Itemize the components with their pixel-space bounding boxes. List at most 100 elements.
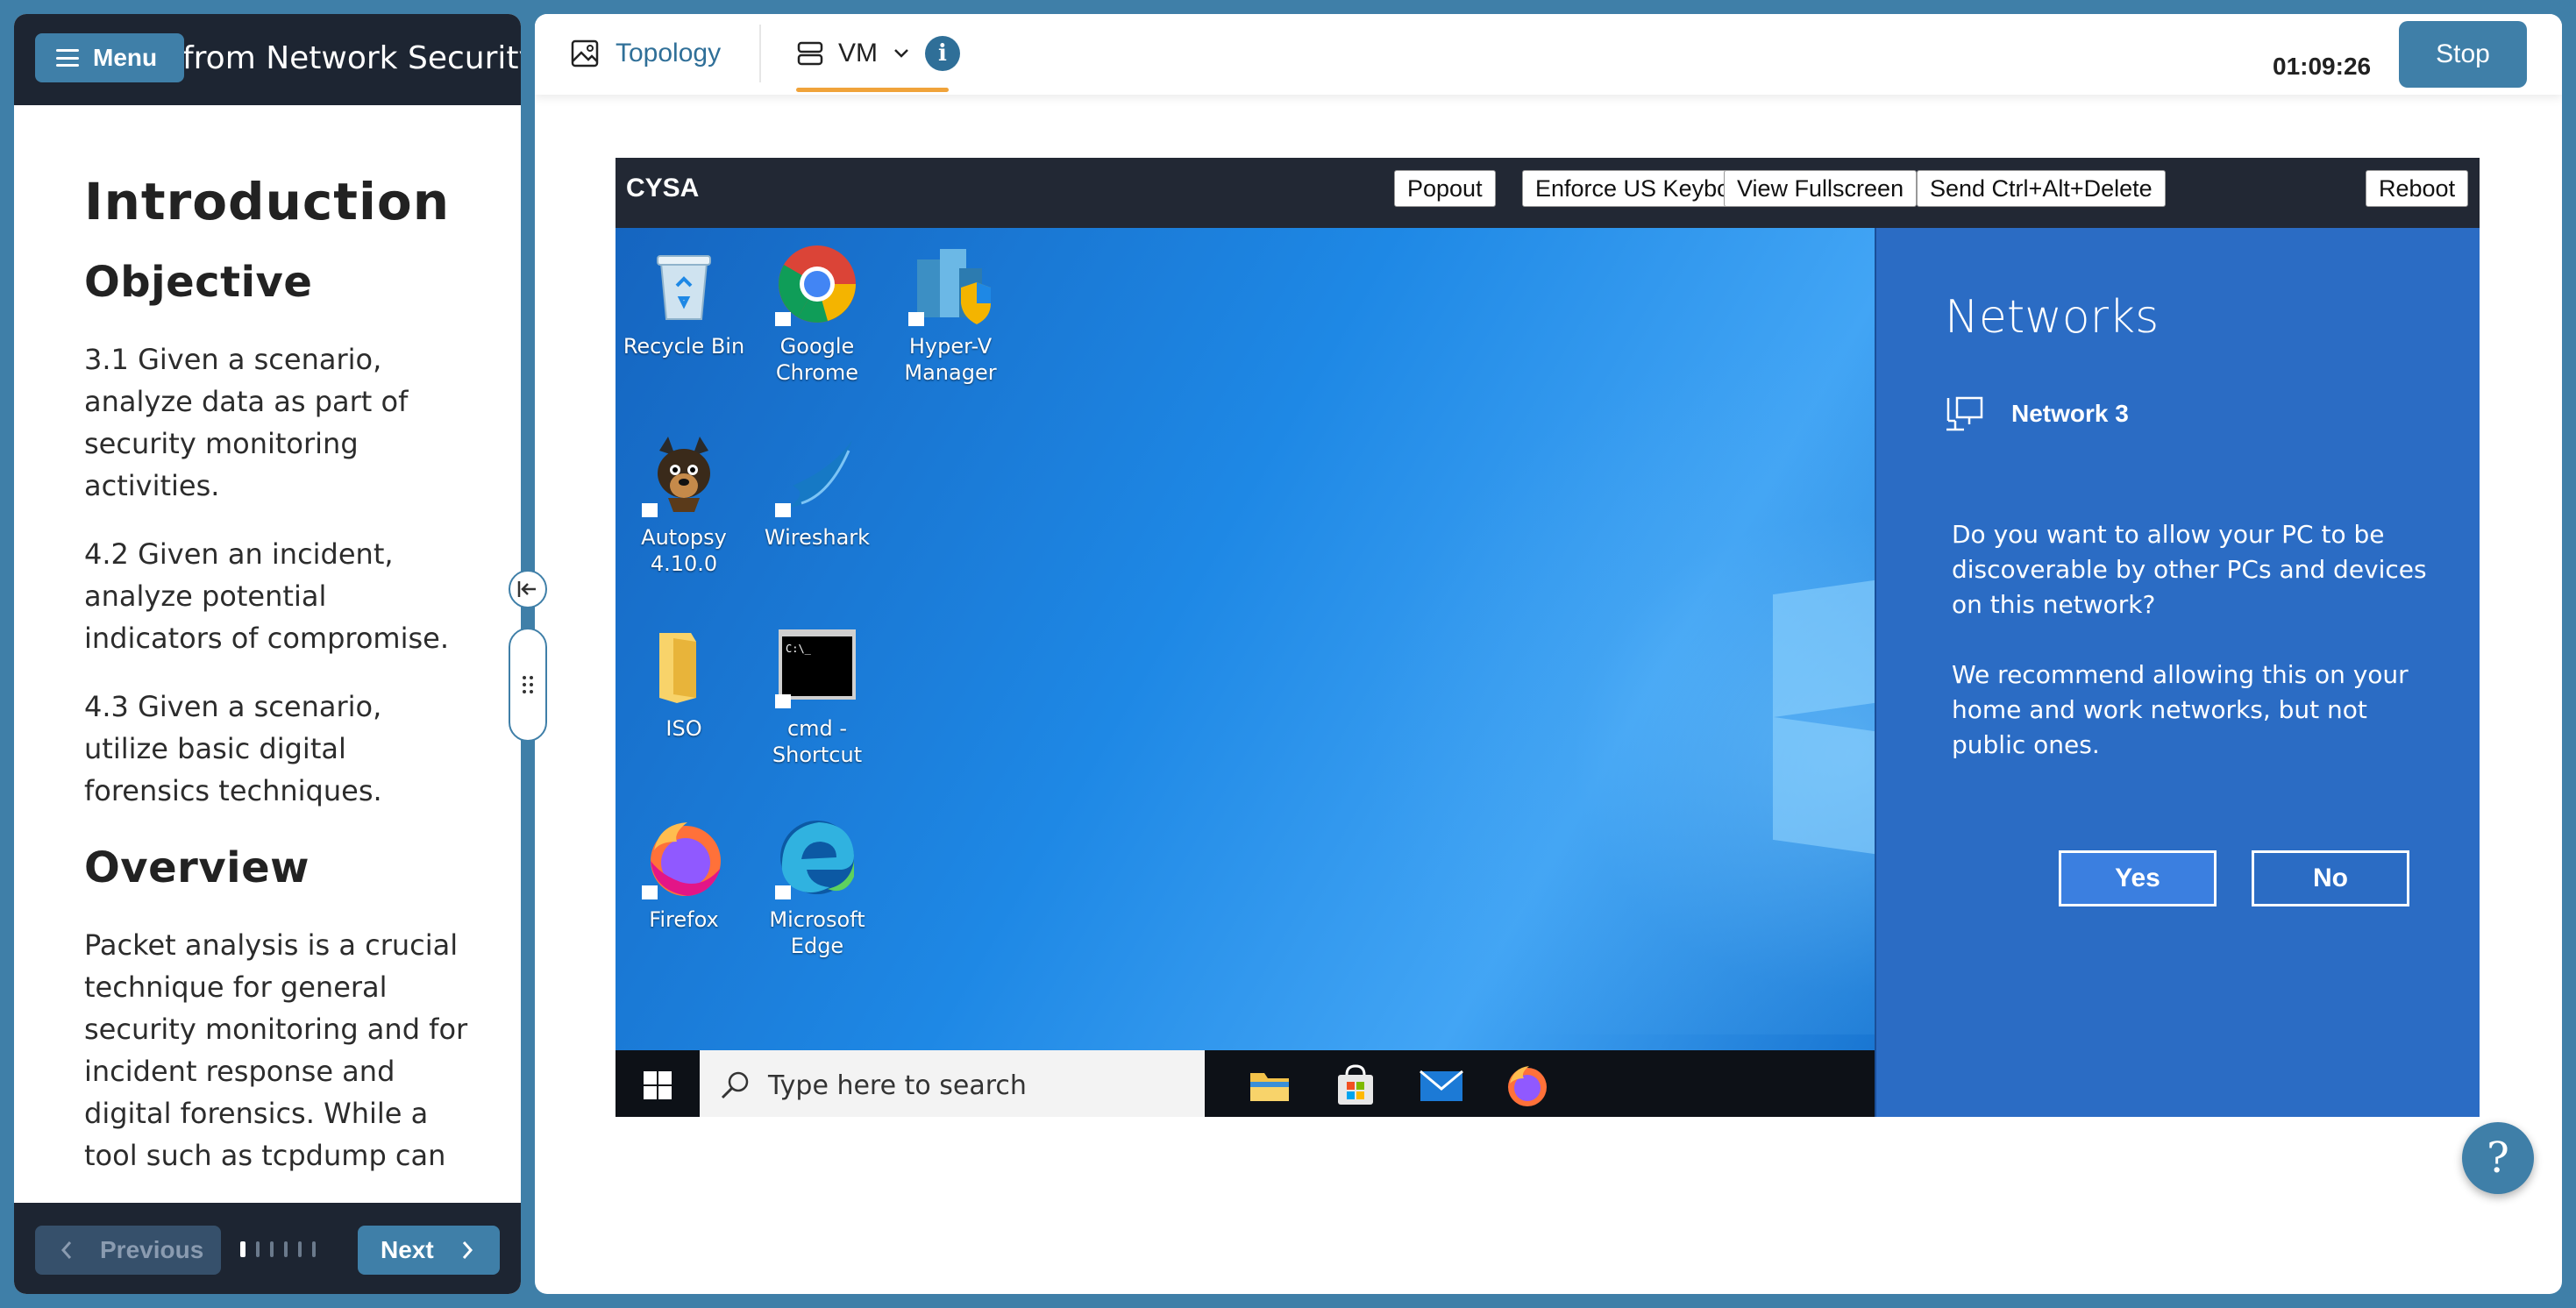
active-tab-indicator (796, 88, 949, 92)
chevron-left-icon (60, 1241, 72, 1259)
tab-vm-label: VM (838, 39, 878, 68)
desktop-icon-label: Autopsy 4.10.0 (641, 525, 727, 576)
tab-topology-label: Topology (616, 39, 722, 68)
workspace-toolbar: Topology VM i 01:09:26 Stop (535, 14, 2562, 95)
autopsy-icon (642, 437, 710, 517)
file-explorer-icon[interactable] (1247, 1063, 1292, 1108)
microsoft-store-icon[interactable] (1333, 1063, 1378, 1108)
desktop-icon-label: Firefox (649, 907, 719, 932)
desktop-icon-recycle-bin[interactable]: Recycle Bin (623, 242, 745, 359)
lab-instructions-panel: from Network Security Menu Introduction … (14, 14, 521, 1294)
objective-item: 4.2 Given an incident, analyze potential… (84, 537, 449, 655)
progress-step[interactable] (312, 1241, 316, 1257)
networks-flyout: Networks Network 3 Do you want to allow … (1875, 228, 2480, 1117)
desktop-icon-label: ISO (665, 716, 702, 741)
vm-console[interactable]: CYSA Popout Enforce US Keyboard Layout V… (616, 158, 2480, 1117)
lab-title: from Network Security (182, 40, 521, 76)
taskbar-search-input[interactable]: Type here to search (700, 1050, 1205, 1117)
stop-button[interactable]: Stop (2399, 21, 2527, 88)
next-button[interactable]: Next (358, 1226, 500, 1275)
progress-step[interactable] (240, 1241, 246, 1257)
hamburger-icon (56, 49, 79, 67)
desktop-icon-label: Google Chrome (775, 334, 859, 385)
drag-handle-icon (523, 676, 533, 693)
wallpaper-window-pane (1773, 579, 1875, 718)
wallpaper-window-pane (1773, 716, 1875, 855)
windows-logo-icon (644, 1071, 672, 1099)
wireshark-icon (775, 440, 852, 517)
edge-icon (775, 821, 854, 899)
folder-icon (659, 633, 696, 703)
ctrl-alt-del-button[interactable]: Send Ctrl+Alt+Delete (1917, 170, 2166, 207)
desktop-icon-chrome[interactable]: Google Chrome (756, 242, 879, 386)
next-label: Next (381, 1236, 434, 1263)
previous-label: Previous (100, 1236, 204, 1263)
command-prompt-icon: C:\_ (775, 629, 856, 708)
page-title: Introduction (84, 172, 450, 231)
overview-text: Packet analysis is a crucial technique f… (84, 928, 468, 1172)
desktop-icon-iso[interactable]: ISO (623, 624, 745, 742)
collapse-panel-button[interactable] (509, 570, 547, 608)
desktop-icon-cmd[interactable]: C:\_ cmd - Shortcut (756, 624, 879, 768)
firefox-icon (642, 822, 721, 899)
vm-name: CYSA (626, 174, 700, 203)
network-item[interactable]: Network 3 (1945, 395, 2129, 433)
mail-icon[interactable] (1419, 1063, 1464, 1108)
networks-title: Networks (1945, 291, 2160, 344)
network-name: Network 3 (2011, 400, 2129, 427)
desktop-icon-edge[interactable]: Microsoft Edge (756, 815, 879, 959)
vm-control-bar: CYSA Popout Enforce US Keyboard Layout V… (616, 158, 2480, 228)
hyperv-manager-icon (908, 249, 991, 326)
chrome-icon (775, 245, 856, 326)
lab-timer: 01:09:26 (2273, 53, 2372, 80)
help-button[interactable]: ? (2462, 1122, 2534, 1194)
lab-workspace-panel: Topology VM i 01:09:26 Stop CYSA Popout … (535, 14, 2562, 1294)
progress-step[interactable] (270, 1241, 274, 1257)
collapse-left-icon (517, 581, 536, 597)
previous-button[interactable]: Previous (35, 1226, 221, 1275)
desktop-icon-wireshark[interactable]: Wireshark (756, 433, 879, 551)
overview-heading: Overview (84, 843, 310, 892)
desktop-icon-label: Recycle Bin (623, 334, 745, 359)
chevron-right-icon (462, 1241, 473, 1259)
search-icon (721, 1071, 749, 1099)
progress-step[interactable] (256, 1241, 260, 1257)
desktop-icon-label: Wireshark (764, 525, 871, 550)
windows-taskbar: Type here to search (616, 1050, 1875, 1117)
ethernet-network-icon (1946, 396, 1983, 431)
svg-text:C:\_: C:\_ (786, 643, 812, 655)
start-button[interactable] (616, 1050, 700, 1117)
desktop-icon-label: cmd - Shortcut (772, 716, 863, 767)
objective-item: 3.1 Given a scenario, analyze data as pa… (84, 343, 409, 502)
step-progress (240, 1241, 316, 1257)
no-button[interactable]: No (2252, 850, 2409, 906)
server-icon (797, 41, 823, 66)
discoverable-recommendation: We recommend allowing this on your home … (1952, 660, 2409, 759)
panel-resize-handle[interactable] (509, 628, 547, 742)
search-placeholder: Type here to search (768, 1070, 1027, 1101)
yes-button[interactable]: Yes (2059, 850, 2217, 906)
step-navigation: Previous Next (14, 1203, 521, 1294)
progress-step[interactable] (284, 1241, 288, 1257)
tab-topology[interactable]: Topology (570, 32, 721, 75)
info-icon[interactable]: i (925, 36, 960, 71)
menu-button[interactable]: Menu (35, 33, 184, 82)
recycle-bin-icon (657, 255, 711, 320)
instructions-content[interactable]: Introduction Objective 3.1 Given a scena… (84, 172, 470, 1211)
menu-label: Menu (93, 44, 158, 71)
desktop-icon-autopsy[interactable]: Autopsy 4.10.0 (623, 433, 745, 577)
reboot-button[interactable]: Reboot (2366, 170, 2469, 207)
discoverable-question: Do you want to allow your PC to be disco… (1952, 520, 2427, 619)
tab-vm[interactable]: VM i (796, 32, 960, 75)
firefox-taskbar-icon[interactable] (1505, 1063, 1550, 1108)
desktop-icon-hyperv[interactable]: Hyper-V Manager (889, 242, 1012, 386)
popout-button[interactable]: Popout (1394, 170, 1496, 207)
objective-heading: Objective (84, 258, 313, 307)
windows-desktop[interactable]: Recycle Bin Google Chrome Hyper-V Manage… (616, 228, 1875, 1050)
progress-step[interactable] (298, 1241, 302, 1257)
objective-item: 4.3 Given a scenario, utilize basic digi… (84, 690, 382, 807)
chevron-down-icon[interactable] (892, 44, 911, 63)
fullscreen-button[interactable]: View Fullscreen (1724, 170, 1918, 207)
desktop-icon-firefox[interactable]: Firefox (623, 815, 745, 933)
lab-header: from Network Security Menu (14, 14, 521, 105)
